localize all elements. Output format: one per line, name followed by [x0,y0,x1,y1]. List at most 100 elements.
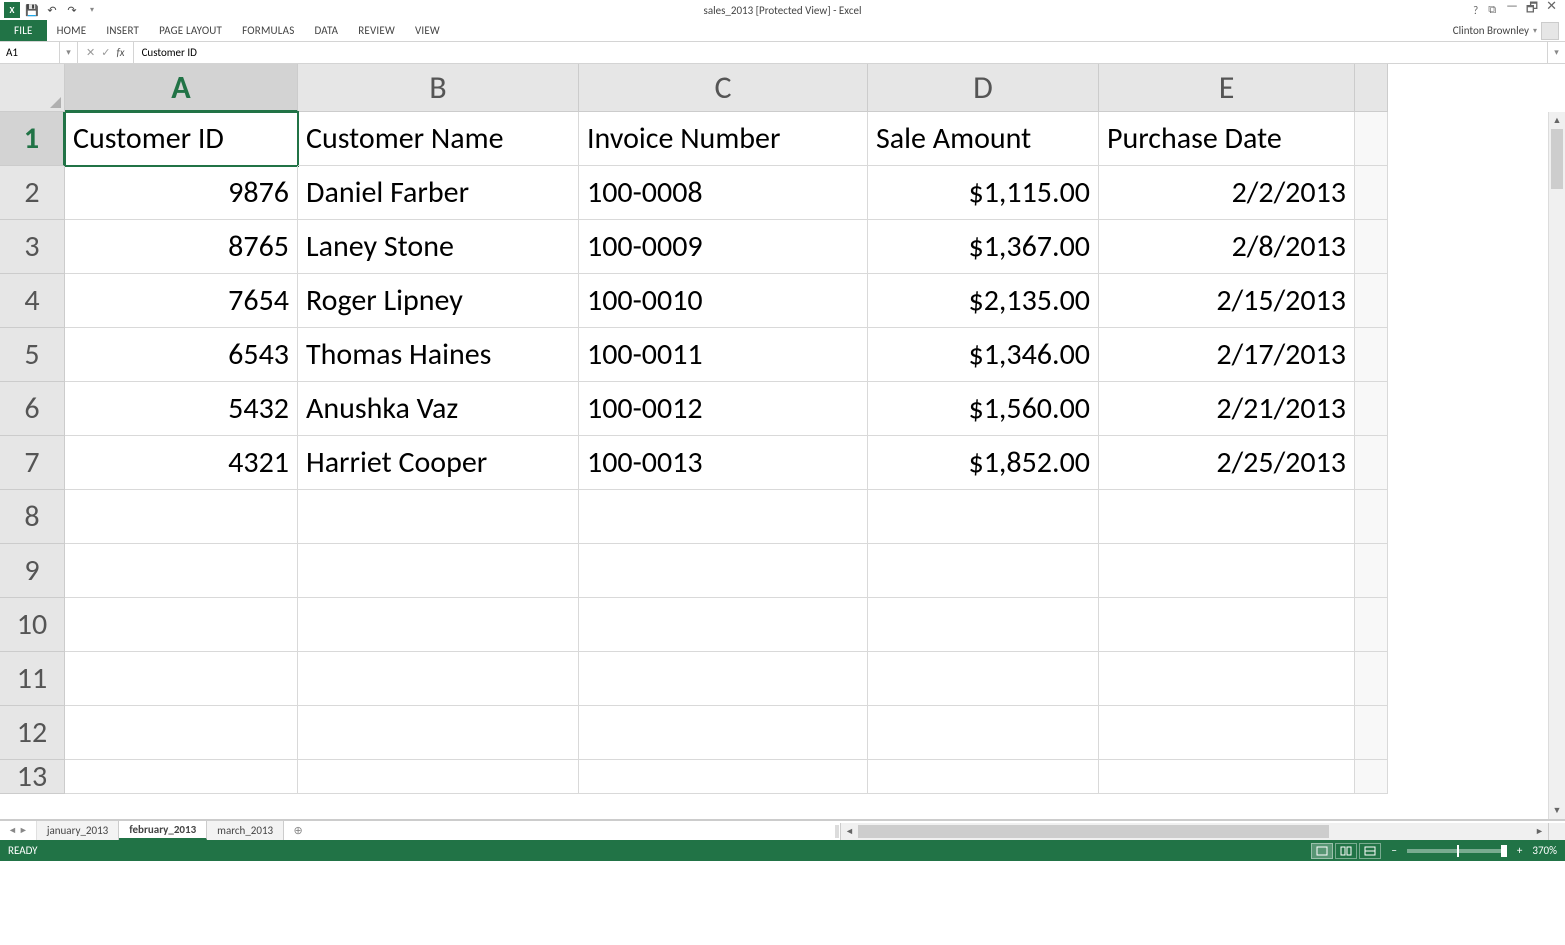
scroll-right-icon[interactable]: ► [1531,826,1548,837]
row-header-4[interactable]: 4 [0,274,65,328]
zoom-slider[interactable] [1407,849,1507,853]
cell-1-B[interactable]: Customer Name [298,112,579,166]
cell-4-C[interactable]: 100-0010 [579,274,868,328]
view-page-break-icon[interactable] [1359,843,1381,859]
cell-11-C[interactable] [579,652,868,706]
help-icon[interactable]: ? [1473,4,1478,17]
cell-12-C[interactable] [579,706,868,760]
user-dropdown-icon[interactable]: ▾ [1533,26,1537,36]
zoom-in-icon[interactable]: + [1517,844,1522,857]
cell-3-C[interactable]: 100-0009 [579,220,868,274]
row-header-2[interactable]: 2 [0,166,65,220]
cell-3-A[interactable]: 8765 [65,220,298,274]
cell-2-C[interactable]: 100-0008 [579,166,868,220]
cell-5-A[interactable]: 6543 [65,328,298,382]
column-header-B[interactable]: B [298,64,579,112]
close-icon[interactable]: ✕ [1546,0,1557,21]
cell-6-C[interactable]: 100-0012 [579,382,868,436]
sheet-tab-march[interactable]: march_2013 [207,821,284,840]
row-header-1[interactable]: 1 [0,112,65,166]
column-header-C[interactable]: C [579,64,868,112]
view-normal-icon[interactable] [1311,843,1333,859]
cell-11-A[interactable] [65,652,298,706]
cell-10-B[interactable] [298,598,579,652]
cell-7-D[interactable]: $1,852.00 [868,436,1099,490]
undo-icon[interactable]: ↶ [44,2,60,18]
cancel-formula-icon[interactable]: ✕ [86,46,95,59]
cell-10-C[interactable] [579,598,868,652]
cell-5-E[interactable]: 2/17/2013 [1099,328,1355,382]
cell-8-D[interactable] [868,490,1099,544]
cell-13-C[interactable] [579,760,868,794]
minimize-icon[interactable]: — [1506,0,1518,21]
cell-8-B[interactable] [298,490,579,544]
cell-7-C[interactable]: 100-0013 [579,436,868,490]
cell-2-E[interactable]: 2/2/2013 [1099,166,1355,220]
cell-4-E[interactable]: 2/15/2013 [1099,274,1355,328]
cell-7-E[interactable]: 2/25/2013 [1099,436,1355,490]
cell-1-A[interactable]: Customer ID [65,112,298,166]
formula-input[interactable]: Customer ID [134,42,1547,63]
cell-11-next[interactable] [1355,652,1388,706]
cell-9-E[interactable] [1099,544,1355,598]
cell-1-C[interactable]: Invoice Number [579,112,868,166]
row-header-7[interactable]: 7 [0,436,65,490]
cell-2-next[interactable] [1355,166,1388,220]
cell-12-D[interactable] [868,706,1099,760]
name-box[interactable]: A1 [0,42,60,63]
cell-13-E[interactable] [1099,760,1355,794]
tab-view[interactable]: VIEW [405,20,450,41]
tab-file[interactable]: FILE [0,20,47,41]
vertical-scrollbar[interactable]: ▲ ▼ [1548,112,1565,819]
row-header-3[interactable]: 3 [0,220,65,274]
cell-4-D[interactable]: $2,135.00 [868,274,1099,328]
scroll-down-icon[interactable]: ▼ [1549,802,1565,819]
cell-5-C[interactable]: 100-0011 [579,328,868,382]
enter-formula-icon[interactable]: ✓ [101,46,110,59]
tab-review[interactable]: REVIEW [348,20,405,41]
cell-9-D[interactable] [868,544,1099,598]
cell-7-B[interactable]: Harriet Cooper [298,436,579,490]
cell-6-next[interactable] [1355,382,1388,436]
name-box-dropdown-icon[interactable]: ▾ [60,42,78,63]
hscroll-thumb[interactable] [858,825,1329,838]
column-header-A[interactable]: A [65,64,298,112]
cell-13-next[interactable] [1355,760,1388,794]
tab-page-layout[interactable]: PAGE LAYOUT [149,20,232,41]
cell-1-D[interactable]: Sale Amount [868,112,1099,166]
column-header-E[interactable]: E [1099,64,1355,112]
cell-8-next[interactable] [1355,490,1388,544]
scroll-left-icon[interactable]: ◄ [841,826,858,837]
cell-9-A[interactable] [65,544,298,598]
horizontal-scrollbar[interactable]: ◄ ► [840,823,1548,840]
row-header-5[interactable]: 5 [0,328,65,382]
row-header-8[interactable]: 8 [0,490,65,544]
cell-6-D[interactable]: $1,560.00 [868,382,1099,436]
row-header-11[interactable]: 11 [0,652,65,706]
cell-2-A[interactable]: 9876 [65,166,298,220]
cell-1-E[interactable]: Purchase Date [1099,112,1355,166]
zoom-out-icon[interactable]: − [1391,844,1396,857]
cell-13-B[interactable] [298,760,579,794]
cell-5-next[interactable] [1355,328,1388,382]
add-sheet-icon[interactable]: ⊕ [284,821,312,840]
cell-5-D[interactable]: $1,346.00 [868,328,1099,382]
maximize-icon[interactable]: 🗗 [1526,0,1538,21]
row-header-13[interactable]: 13 [0,760,65,794]
redo-icon[interactable]: ↷ [64,2,80,18]
user-name[interactable]: Clinton Brownley [1453,24,1529,37]
row-header-12[interactable]: 12 [0,706,65,760]
cell-4-A[interactable]: 7654 [65,274,298,328]
row-header-10[interactable]: 10 [0,598,65,652]
save-icon[interactable]: 💾 [24,2,40,18]
sheet-tab-february[interactable]: february_2013 [119,821,207,840]
cell-8-E[interactable] [1099,490,1355,544]
avatar[interactable] [1541,22,1559,40]
sheet-tab-january[interactable]: january_2013 [37,821,119,840]
cell-6-E[interactable]: 2/21/2013 [1099,382,1355,436]
cell-12-next[interactable] [1355,706,1388,760]
qat-customize-icon[interactable]: ▾ [84,2,100,18]
cell-13-A[interactable] [65,760,298,794]
cell-10-next[interactable] [1355,598,1388,652]
select-all-corner[interactable] [0,64,65,112]
